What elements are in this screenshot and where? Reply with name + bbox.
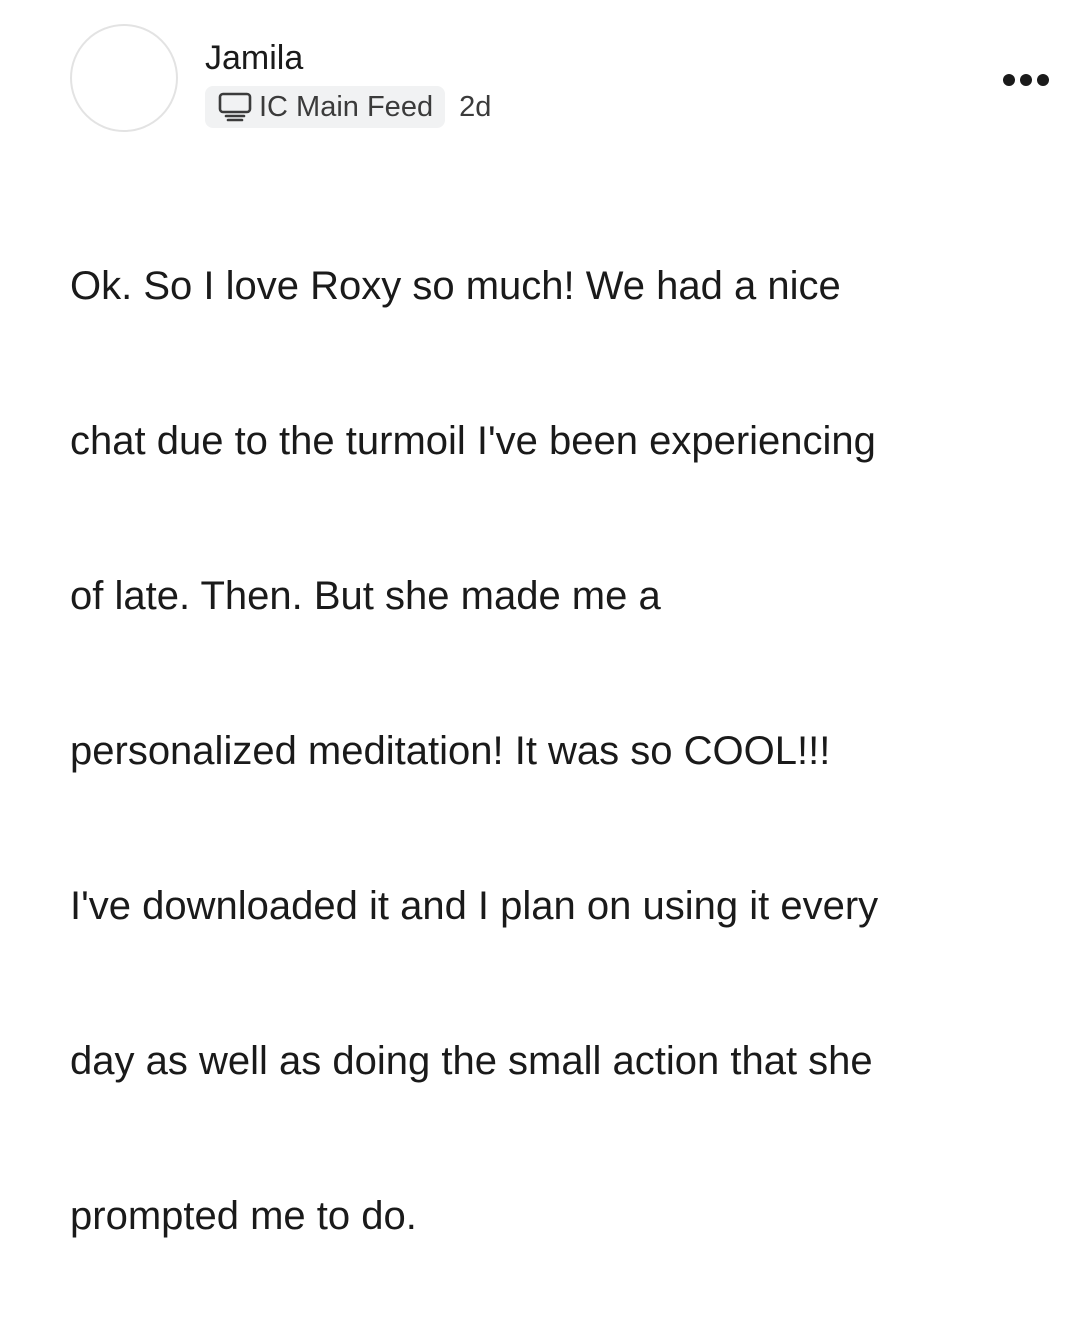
channel-badge[interactable]: IC Main Feed <box>205 86 446 128</box>
post-body-line: personalized meditation! It was so COOL!… <box>70 728 831 773</box>
post-body: Ok. So I love Roxy so much! We had a nic… <box>70 170 1060 1333</box>
post-body-line: prompted me to do. <box>70 1193 417 1238</box>
post-body-line: I've downloaded it and I plan on using i… <box>70 883 879 928</box>
post-meta: IC Main Feed 2d <box>205 86 491 128</box>
post-timestamp: 2d <box>459 91 492 123</box>
feed-icon <box>218 92 252 122</box>
post-body-line: Ok. So I love Roxy so much! We had a nic… <box>70 263 841 308</box>
post-body-line: of late. Then. But she made me a <box>70 573 661 618</box>
channel-label: IC Main Feed <box>259 91 434 123</box>
more-options-button[interactable] <box>998 64 1054 96</box>
more-horizontal-icon <box>1003 74 1049 86</box>
author-name[interactable]: Jamila <box>205 38 303 78</box>
avatar[interactable] <box>70 24 178 132</box>
post-body-line: chat due to the turmoil I've been experi… <box>70 418 876 463</box>
feed-post: Jamila IC Main Feed 2d Ok. So I love Rox… <box>0 0 1080 1238</box>
post-body-line: day as well as doing the small action th… <box>70 1038 873 1083</box>
